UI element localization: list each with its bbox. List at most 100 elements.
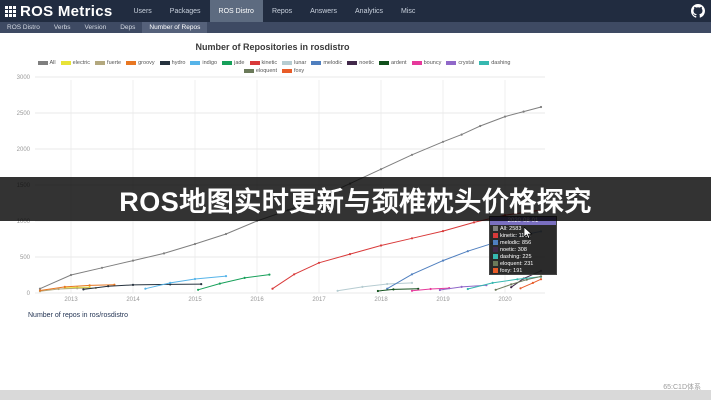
legend-swatch-crystal — [446, 61, 456, 65]
legend-label: dashing — [491, 60, 510, 66]
subnav-item-version[interactable]: Version — [78, 22, 114, 33]
legend-label: All — [50, 60, 56, 66]
brand-title: ROS Metrics — [20, 3, 113, 20]
tooltip-chip — [493, 247, 498, 252]
overlay-banner: ROS地图实时更新与颈椎枕头价格探究 — [0, 177, 711, 221]
legend-item-lunar[interactable]: lunar — [282, 60, 306, 66]
legend-item-eloquent[interactable]: eloquent — [244, 68, 277, 74]
legend-item-foxy[interactable]: foxy — [282, 68, 304, 74]
legend-item-all[interactable]: All — [38, 60, 56, 66]
legend-swatch-bouncy — [412, 61, 422, 65]
legend-swatch-indigo — [190, 61, 200, 65]
legend-swatch-noetic — [347, 61, 357, 65]
tooltip-row-foxy: foxy: 191 — [490, 267, 556, 274]
legend-swatch-lunar — [282, 61, 292, 65]
legend-label: indigo — [202, 60, 217, 66]
tooltip-value: eloquent: 231 — [500, 261, 533, 267]
legend-item-noetic[interactable]: noetic — [347, 60, 374, 66]
page: 2013201420152016201720182019202005001000… — [0, 0, 711, 400]
svg-text:500: 500 — [20, 255, 31, 261]
nav-item-misc[interactable]: Misc — [392, 0, 424, 22]
legend-item-dashing[interactable]: dashing — [479, 60, 510, 66]
legend-swatch-eloquent — [244, 69, 254, 73]
legend-swatch-ardent — [379, 61, 389, 65]
legend-item-ardent[interactable]: ardent — [379, 60, 407, 66]
sub-nav: ROS DistroVerbsVersionDepsNumber of Repo… — [0, 22, 711, 33]
mouse-cursor-icon — [524, 227, 533, 239]
github-icon[interactable] — [691, 4, 705, 18]
tooltip-value: All: 2583 — [500, 226, 521, 232]
subnav-item-verbs[interactable]: Verbs — [47, 22, 78, 33]
legend-label: melodic — [323, 60, 342, 66]
top-header: ROS Metrics UsersPackagesROS DistroRepos… — [0, 0, 711, 22]
watermark-text: 65:C1D体系 — [663, 382, 701, 392]
legend-label: noetic — [359, 60, 374, 66]
tooltip-row-melodic: melodic: 856 — [490, 239, 556, 246]
nav-item-packages[interactable]: Packages — [161, 0, 210, 22]
legend-label: groovy — [138, 60, 155, 66]
chart-legend: All electric fuerte groovy hydro indigo jadeki… — [4, 60, 544, 74]
nav-item-ros-distro[interactable]: ROS Distro — [210, 0, 263, 22]
svg-text:3000: 3000 — [17, 75, 31, 81]
tooltip-value: foxy: 191 — [500, 268, 522, 274]
svg-text:2019: 2019 — [436, 297, 450, 303]
chart-title: Number of Repositories in rosdistro — [0, 42, 545, 52]
legend-item-crystal[interactable]: crystal — [446, 60, 474, 66]
legend-item-groovy[interactable]: groovy — [126, 60, 155, 66]
legend-label: hydro — [172, 60, 186, 66]
nav-item-users[interactable]: Users — [125, 0, 161, 22]
nav-item-analytics[interactable]: Analytics — [346, 0, 392, 22]
legend-swatch-electric — [61, 61, 71, 65]
legend-label: bouncy — [424, 60, 442, 66]
bottom-bar — [0, 390, 711, 400]
svg-text:2014: 2014 — [126, 297, 140, 303]
legend-item-hydro[interactable]: hydro — [160, 60, 186, 66]
nav-item-answers[interactable]: Answers — [301, 0, 346, 22]
tooltip-chip — [493, 268, 498, 273]
tooltip-value: dashing: 225 — [500, 254, 532, 260]
svg-text:0: 0 — [27, 291, 31, 297]
repos-source-link[interactable]: Number of repos in ros/rosdistro — [28, 312, 128, 319]
legend-item-kinetic[interactable]: kinetic — [250, 60, 278, 66]
legend-label: fuerte — [107, 60, 121, 66]
svg-text:2013: 2013 — [64, 297, 78, 303]
legend-swatch-dashing — [479, 61, 489, 65]
tooltip-row-kinetic: kinetic: 1151 — [490, 232, 556, 239]
legend-label: electric — [73, 60, 90, 66]
tooltip-row-all: All: 2583 — [490, 225, 556, 232]
tooltip-chip — [493, 261, 498, 266]
tooltip-chip — [493, 226, 498, 231]
legend-swatch-kinetic — [250, 61, 260, 65]
subnav-item-ros-distro[interactable]: ROS Distro — [0, 22, 47, 33]
legend-item-melodic[interactable]: melodic — [311, 60, 342, 66]
legend-swatch-all — [38, 61, 48, 65]
subnav-item-deps[interactable]: Deps — [113, 22, 142, 33]
tooltip-chip — [493, 254, 498, 259]
brand-home-link[interactable]: ROS Metrics — [0, 3, 121, 20]
chart-tooltip: 2020-08-01 All: 2583kinetic: 1151melodic… — [489, 216, 557, 275]
tooltip-row-noetic: noetic: 308 — [490, 246, 556, 253]
overlay-banner-text: ROS地图实时更新与颈椎枕头价格探究 — [119, 180, 592, 219]
legend-item-jade[interactable]: jade — [222, 60, 244, 66]
svg-text:2015: 2015 — [188, 297, 202, 303]
tooltip-chip — [493, 233, 498, 238]
legend-item-fuerte[interactable]: fuerte — [95, 60, 121, 66]
svg-text:2500: 2500 — [17, 111, 31, 117]
tooltip-chip — [493, 240, 498, 245]
legend-swatch-jade — [222, 61, 232, 65]
legend-item-bouncy[interactable]: bouncy — [412, 60, 442, 66]
legend-item-indigo[interactable]: indigo — [190, 60, 217, 66]
tooltip-row-eloquent: eloquent: 231 — [490, 260, 556, 267]
tooltip-row-dashing: dashing: 225 — [490, 253, 556, 260]
legend-label: lunar — [294, 60, 306, 66]
legend-label: ardent — [391, 60, 407, 66]
legend-swatch-groovy — [126, 61, 136, 65]
legend-item-electric[interactable]: electric — [61, 60, 90, 66]
legend-swatch-hydro — [160, 61, 170, 65]
main-nav: UsersPackagesROS DistroReposAnswersAnaly… — [125, 0, 425, 22]
legend-label: foxy — [294, 68, 304, 74]
svg-text:2000: 2000 — [17, 147, 31, 153]
grid-icon — [5, 6, 16, 17]
nav-item-repos[interactable]: Repos — [263, 0, 301, 22]
subnav-item-number-of-repos[interactable]: Number of Repos — [142, 22, 207, 33]
